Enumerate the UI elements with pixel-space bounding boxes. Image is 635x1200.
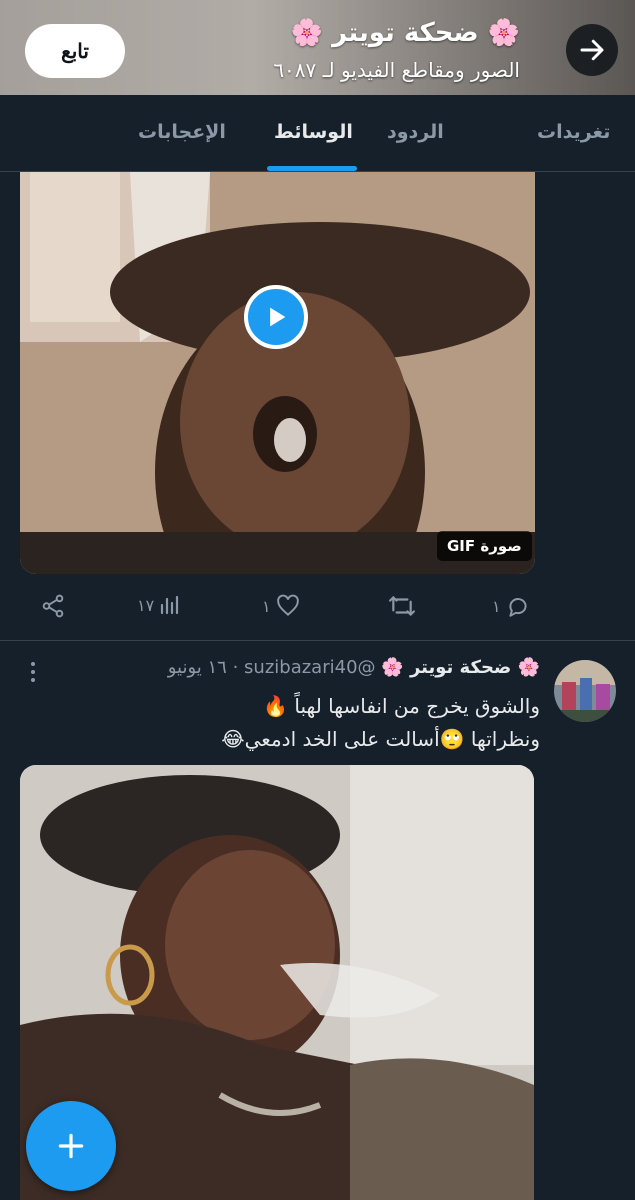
reply-count: ١	[492, 596, 501, 616]
tweet-text-line-2: ونظراتها 🙄أسالت على الخد ادمعي😂	[221, 727, 540, 751]
play-icon	[270, 307, 286, 327]
media-count: الصور ومقاطع الفيديو لـ ٦٠٨٧	[273, 58, 520, 82]
profile-tabs: الإعجابات الوسائط الردود تغريدات	[0, 95, 635, 172]
reply-button[interactable]: ١	[492, 593, 531, 619]
tweet-media-gif[interactable]	[20, 172, 535, 574]
follow-button[interactable]: تابع	[25, 24, 125, 78]
analytics-icon	[161, 595, 179, 615]
tab-media[interactable]: الوسائط	[274, 121, 353, 143]
retweet-icon	[389, 596, 415, 616]
tweet-divider	[0, 640, 635, 641]
back-button[interactable]	[566, 24, 618, 76]
gif-badge: صورة GIF	[437, 531, 532, 561]
retweet-button[interactable]	[387, 593, 417, 619]
author-handle[interactable]: @suzibazari40	[244, 657, 375, 678]
share-icon	[42, 594, 64, 618]
reply-icon	[509, 598, 527, 617]
tweet-text-line-1: والشوق يخرج من انفاسها لهباً 🔥	[263, 694, 540, 718]
share-button[interactable]	[40, 593, 66, 619]
author-name[interactable]: 🌸 ضحكة تويتر 🌸	[381, 657, 540, 678]
plus-icon	[58, 1133, 84, 1159]
compose-tweet-button[interactable]	[26, 1101, 116, 1191]
active-tab-indicator	[267, 166, 357, 171]
profile-header: تابع 🌸 ضحكة تويتر 🌸 الصور ومقاطع الفيديو…	[0, 0, 635, 95]
views-count: ١٧	[137, 595, 155, 615]
tab-replies[interactable]: الردود	[387, 121, 444, 143]
tweet-author-line: 🌸 ضحكة تويتر 🌸 @suzibazari40 · ١٦ يونيو	[168, 657, 540, 678]
tweet-time[interactable]: ١٦ يونيو	[168, 657, 227, 678]
separator-dot: ·	[232, 657, 239, 678]
avatar-image	[554, 660, 616, 722]
heart-icon	[276, 594, 299, 616]
like-count: ١	[262, 596, 271, 616]
tab-likes[interactable]: الإعجابات	[138, 121, 226, 143]
views-button[interactable]: ١٧	[137, 593, 182, 617]
play-button[interactable]	[244, 285, 308, 349]
more-options-button[interactable]	[28, 660, 38, 684]
like-button[interactable]: ١	[262, 593, 301, 619]
gif-thumbnail	[20, 172, 535, 574]
avatar[interactable]	[554, 660, 616, 722]
arrow-right-icon	[580, 39, 604, 61]
tweet-actions: ١٧ ١ ١	[0, 587, 635, 627]
tab-tweets[interactable]: تغريدات	[537, 121, 610, 143]
profile-name: 🌸 ضحكة تويتر 🌸	[290, 18, 520, 48]
more-vertical-icon	[31, 662, 35, 682]
